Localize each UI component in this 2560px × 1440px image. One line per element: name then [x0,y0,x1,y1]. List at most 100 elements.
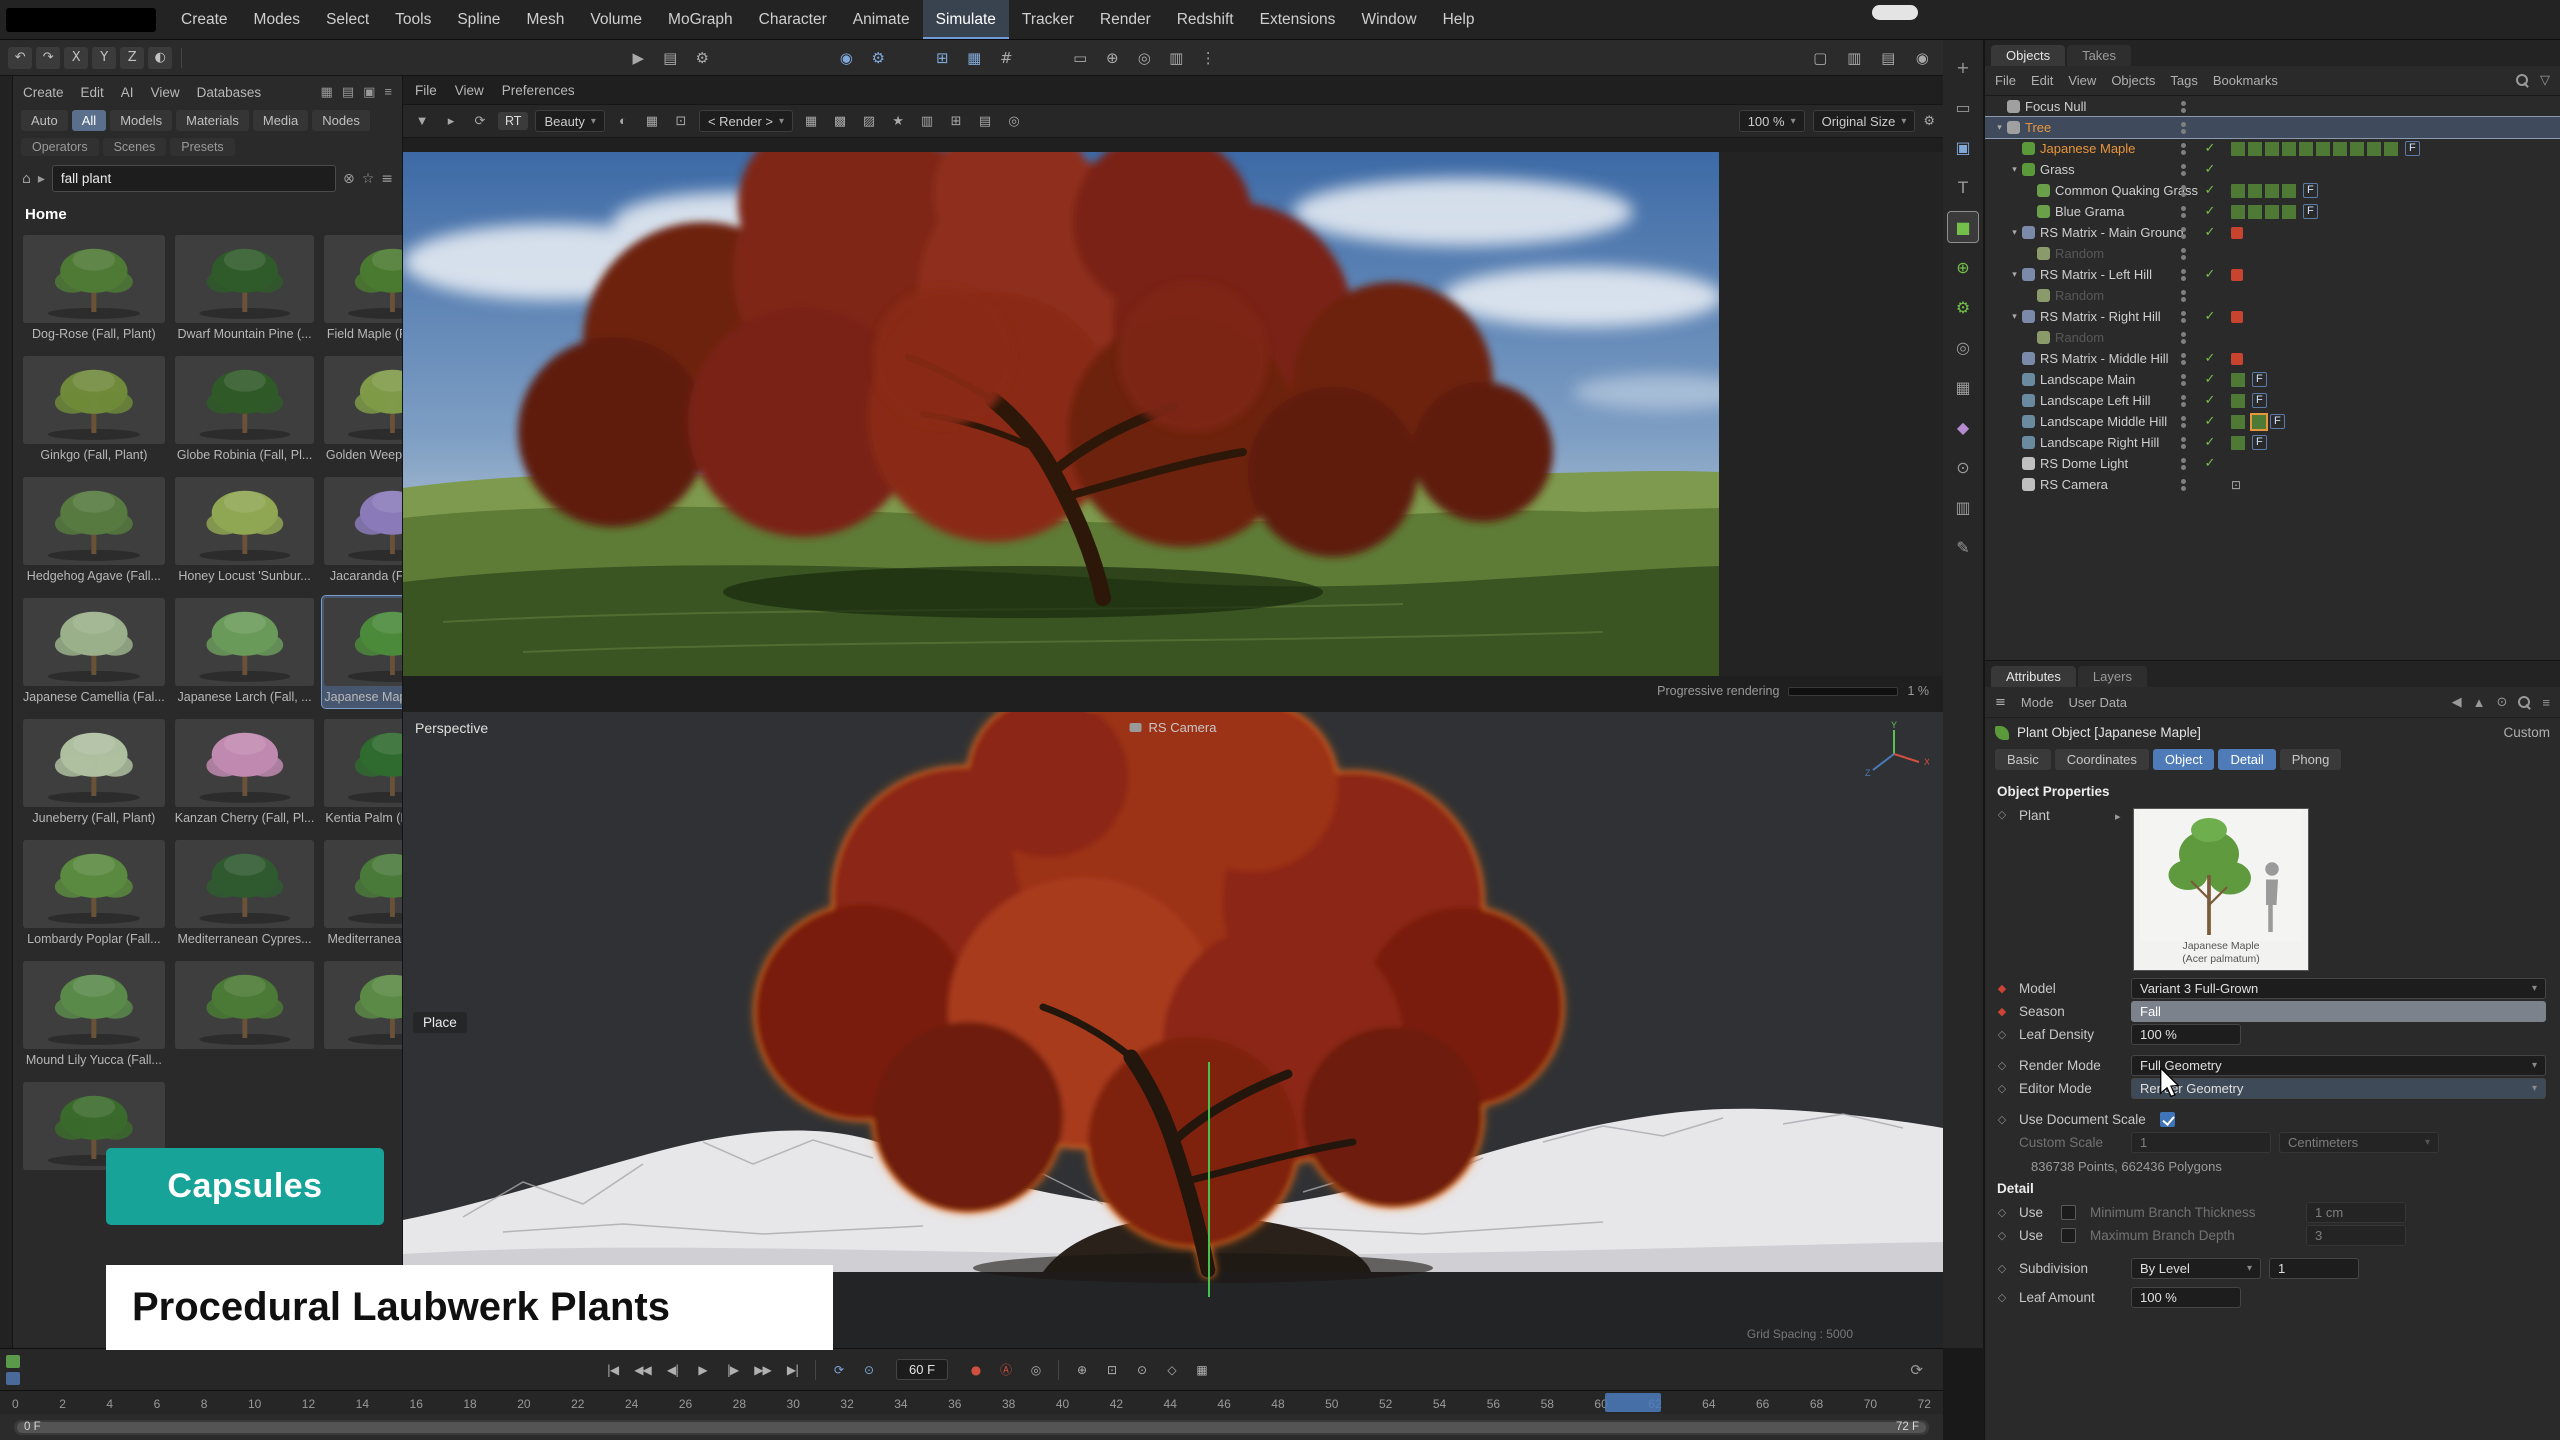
object-label[interactable]: Landscape Left Hill [2040,393,2151,408]
object-label[interactable]: Japanese Maple [2040,141,2135,156]
record-scale-toggle[interactable]: ⊡ [1099,1357,1124,1382]
enabled-check-icon[interactable]: ✓ [2201,435,2219,450]
enabled-check-icon[interactable]: ✓ [2201,204,2219,219]
restart-render-icon[interactable]: ⟳ [469,113,491,129]
clay-mode-icon[interactable]: ◎ [1003,113,1025,129]
refresh-icon[interactable]: ⟳ [1910,1361,1923,1379]
object-row[interactable]: ▾ RS Matrix - Main Ground ✓ [1985,222,2560,243]
asset-item[interactable]: Golden Weeping Willo... [322,354,402,466]
asset-item[interactable] [173,959,317,1071]
link-icon[interactable]: ⊞ [945,113,967,129]
expand-arrow-icon[interactable]: ▾ [2008,165,2021,175]
asset-item[interactable]: Mediterranean Cypres... [173,838,317,950]
history-back-icon[interactable]: ◀ [2452,694,2462,710]
fields-tag-badge[interactable]: F [2405,141,2420,156]
viewport-label[interactable]: Perspective [415,720,488,736]
asset-menu-item[interactable]: Create [23,85,64,100]
sub-filter-tab[interactable]: Operators [21,138,99,156]
object-label[interactable]: Common Quaking Grass [2055,183,2198,198]
object-row[interactable]: ▾ Grass ✓ [1985,159,2560,180]
expand-arrow-icon[interactable]: ▾ [2008,312,2021,322]
object-label[interactable]: RS Matrix - Middle Hill [2040,351,2169,366]
material-tag-chips[interactable] [2231,184,2299,198]
filter-tab[interactable]: All [72,110,106,131]
display-sphere-icon[interactable]: ◐ [612,113,634,129]
object-label[interactable]: Tree [2025,120,2051,135]
render-view-icon[interactable]: ▶ [625,45,651,71]
asset-item[interactable]: Japanese Larch (Fall, ... [173,596,317,708]
preview-range-track[interactable]: 0 F 72 F [14,1420,1929,1435]
render-mode-dropdown[interactable]: < Render >▾ [699,110,793,132]
object-row[interactable]: ▾ Tree [1985,117,2560,138]
undo-icon[interactable]: ↶ [8,47,32,69]
asset-item[interactable]: Ginkgo (Fall, Plant) [21,354,167,466]
attribute-section-tab[interactable]: Coordinates [2055,749,2149,770]
object-manager-tab[interactable]: Objects [1991,45,2065,66]
keyframe-presets-button[interactable]: ◎ [1023,1357,1048,1382]
visibility-dots[interactable] [2181,458,2186,470]
visibility-dots[interactable] [2181,101,2186,113]
object-row[interactable]: RS Dome Light ✓ [1985,453,2560,474]
next-frame-button[interactable]: |▶ [720,1357,745,1382]
asset-item[interactable]: Hedgehog Agave (Fall... [21,475,167,587]
object-label[interactable]: RS Camera [2040,477,2108,492]
burger-icon[interactable]: ≡ [1995,695,2006,710]
asset-item[interactable]: Mediterranean Dwarf ... [322,838,402,950]
record-pla-toggle[interactable]: ▦ [1189,1357,1214,1382]
panel-menu-icon[interactable]: ≡ [384,84,392,100]
visibility-dots[interactable] [2181,290,2186,302]
object-manager-menu-item[interactable]: Objects [2111,73,2155,88]
menu-item[interactable]: MoGraph [655,0,746,39]
visibility-dots[interactable] [2181,185,2186,197]
enabled-check-icon[interactable]: ✓ [2201,393,2219,408]
leaf-amount-field[interactable]: 100 % [2131,1287,2241,1308]
asset-item[interactable]: Japanese Maple (Fall, ... [322,596,402,708]
volume-icon[interactable]: ◆ [1948,412,1978,442]
object-row[interactable]: Landscape Main ✓ F [1985,369,2560,390]
redshift-object-tag-icon[interactable] [2231,227,2243,239]
object-row[interactable]: Random [1985,243,2560,264]
user-data-menu[interactable]: User Data [2068,695,2127,710]
menu-item[interactable]: Tools [382,0,444,39]
next-key-button[interactable]: ▶▶ [750,1357,775,1382]
visibility-dots[interactable] [2181,122,2186,134]
asset-item[interactable]: Kentia Palm (Fall, Plant) [322,717,402,829]
object-label[interactable]: Grass [2040,162,2075,177]
axis-x-toggle[interactable]: X [64,47,88,69]
model-dropdown[interactable]: Variant 3 Full-Grown▾ [2131,978,2546,999]
layer-shortcut-icon[interactable] [6,1372,20,1385]
redo-icon[interactable]: ↷ [36,47,60,69]
mirror-icon[interactable]: ▥ [1163,45,1189,71]
model-mode-icon[interactable]: ▣ [1948,132,1978,162]
anim-marker-icon[interactable]: ◆ [1985,1005,2019,1018]
object-label[interactable]: Blue Grama [2055,204,2124,219]
search-menu-icon[interactable]: ≡ [381,171,393,187]
quantize-icon[interactable]: # [993,45,1019,71]
material-tag-chips[interactable] [2231,394,2248,408]
simulate-scene-icon[interactable]: ◉ [833,45,859,71]
menu-item[interactable]: Help [1430,0,1488,39]
object-row[interactable]: Landscape Left Hill ✓ F [1985,390,2560,411]
anim-marker-icon[interactable]: ◆ [1985,982,2019,995]
search-icon[interactable] [2518,696,2531,709]
attribute-section-tab[interactable]: Basic [1995,749,2051,770]
workplane-icon[interactable]: ▭ [1067,45,1093,71]
axis-mode-icon[interactable]: ⊕ [1948,252,1978,282]
layout-panel-icon[interactable]: ▤ [1875,45,1901,71]
enabled-check-icon[interactable]: ✓ [2201,162,2219,177]
breadcrumb[interactable]: Home [13,194,402,225]
asset-item[interactable]: Jacaranda (Fall, Plant) [322,475,402,587]
expand-chevron-icon[interactable]: ▸ [2115,808,2129,823]
enabled-check-icon[interactable]: ✓ [2201,309,2219,324]
object-label[interactable]: RS Matrix - Main Ground [2040,225,2184,240]
object-label[interactable]: Random [2055,246,2104,261]
asset-item[interactable]: Field Maple (Fall, Plant) [322,233,402,345]
visibility-dots[interactable] [2181,164,2186,176]
goto-end-button[interactable]: ▶| [780,1357,805,1382]
object-manager-menu-item[interactable]: Tags [2170,73,2197,88]
menu-item[interactable]: Select [313,0,382,39]
object-label[interactable]: Landscape Right Hill [2040,435,2159,450]
object-row[interactable]: Random [1985,327,2560,348]
fields-tag-badge[interactable]: F [2252,372,2267,387]
play-button[interactable]: ▶ [690,1357,715,1382]
